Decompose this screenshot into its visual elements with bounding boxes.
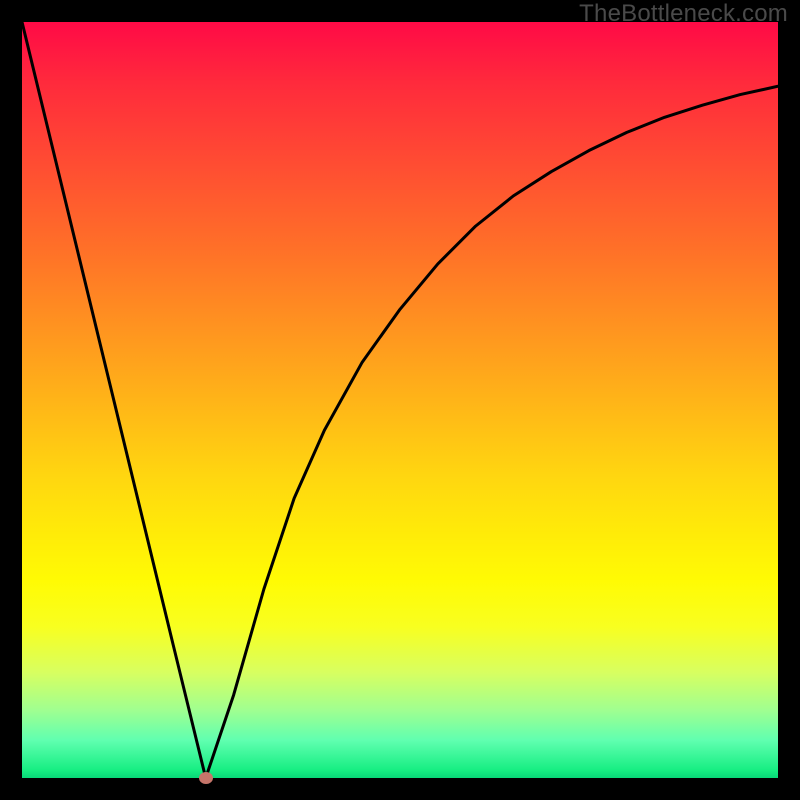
attribution-label: TheBottleneck.com [579, 0, 788, 28]
bottleneck-curve [22, 22, 778, 778]
chart-frame [22, 22, 778, 778]
minimum-marker-icon [199, 772, 213, 784]
